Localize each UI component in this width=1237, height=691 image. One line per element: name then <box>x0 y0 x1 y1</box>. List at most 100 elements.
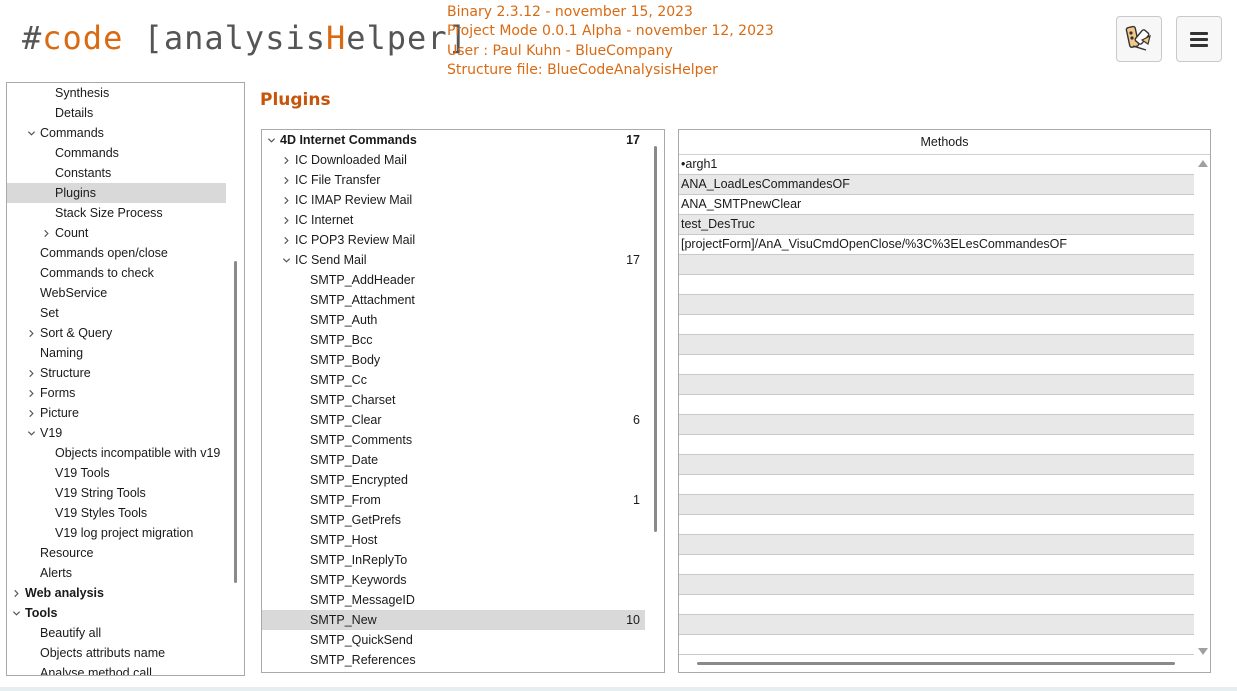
method-row[interactable]: •argh1 <box>679 155 1194 175</box>
chevron-down-icon[interactable] <box>280 250 292 270</box>
sidebar-item-webservice[interactable]: WebService <box>7 283 244 303</box>
method-row[interactable] <box>679 635 1194 655</box>
sidebar-item-commands-open-close[interactable]: Commands open/close <box>7 243 244 263</box>
sidebar-item-stack-size-process[interactable]: Stack Size Process <box>7 203 244 223</box>
tree-item-ic-downloaded-mail[interactable]: IC Downloaded Mail <box>262 150 645 170</box>
sidebar-item-resource[interactable]: Resource <box>7 543 244 563</box>
method-row[interactable] <box>679 455 1194 475</box>
sidebar-scrollbar[interactable] <box>234 261 237 583</box>
tree-item-smtp-host[interactable]: SMTP_Host <box>262 530 645 550</box>
menu-button[interactable] <box>1176 16 1222 62</box>
tree-item-smtp-inreplyto[interactable]: SMTP_InReplyTo <box>262 550 645 570</box>
method-row[interactable] <box>679 415 1194 435</box>
sidebar-item-alerts[interactable]: Alerts <box>7 563 244 583</box>
chevron-right-icon[interactable] <box>10 583 22 603</box>
scroll-down-icon[interactable] <box>1198 648 1208 655</box>
tree-item-smtp-new[interactable]: SMTP_New 10 <box>262 610 645 630</box>
method-row[interactable] <box>679 555 1194 575</box>
tree-item-smtp-addheader[interactable]: SMTP_AddHeader <box>262 270 645 290</box>
tree-item-smtp-clear[interactable]: SMTP_Clear 6 <box>262 410 645 430</box>
sidebar-item-v19-log-project-migration[interactable]: V19 log project migration <box>7 523 244 543</box>
tree-item-smtp-from[interactable]: SMTP_From 1 <box>262 490 645 510</box>
sidebar-item-picture[interactable]: Picture <box>7 403 244 423</box>
tree-item-smtp-date[interactable]: SMTP_Date <box>262 450 645 470</box>
method-row[interactable] <box>679 595 1194 615</box>
sidebar-item-objects-attributs-name[interactable]: Objects attributs name <box>7 643 244 663</box>
sidebar-item-commands[interactable]: Commands <box>7 143 244 163</box>
tree-item-smtp-quicksend[interactable]: SMTP_QuickSend <box>262 630 645 650</box>
chevron-right-icon[interactable] <box>280 230 292 250</box>
sidebar-item-set[interactable]: Set <box>7 303 244 323</box>
tree-item-smtp-bcc[interactable]: SMTP_Bcc <box>262 330 645 350</box>
method-row[interactable] <box>679 475 1194 495</box>
tree-item-smtp-encrypted[interactable]: SMTP_Encrypted <box>262 470 645 490</box>
sidebar-item-sort-query[interactable]: Sort & Query <box>7 323 244 343</box>
chevron-right-icon[interactable] <box>25 383 37 403</box>
plugin-tree[interactable]: 4D Internet Commands 17 IC Downloaded Mail… <box>261 129 665 673</box>
sidebar-item-analyse-method-call[interactable]: Analyse method call <box>7 663 244 675</box>
method-row[interactable] <box>679 275 1194 295</box>
chevron-right-icon[interactable] <box>40 223 52 243</box>
methods-column-header[interactable]: Methods <box>679 130 1210 155</box>
method-row[interactable] <box>679 315 1194 335</box>
chevron-down-icon[interactable] <box>25 123 37 143</box>
method-row[interactable] <box>679 535 1194 555</box>
chevron-right-icon[interactable] <box>280 150 292 170</box>
chevron-down-icon[interactable] <box>10 603 22 623</box>
sidebar-item-v19[interactable]: V19 <box>7 423 244 443</box>
tree-item-ic-pop3-review-mail[interactable]: IC POP3 Review Mail <box>262 230 645 250</box>
chevron-right-icon[interactable] <box>25 403 37 423</box>
methods-horizontal-scrollbar[interactable] <box>697 662 1175 665</box>
method-row[interactable]: test_DesTruc <box>679 215 1194 235</box>
tree-item-smtp-attachment[interactable]: SMTP_Attachment <box>262 290 645 310</box>
chevron-right-icon[interactable] <box>280 210 292 230</box>
tree-item-smtp-getprefs[interactable]: SMTP_GetPrefs <box>262 510 645 530</box>
tree-item-ic-internet[interactable]: IC Internet <box>262 210 645 230</box>
sidebar-item-v19-styles-tools[interactable]: V19 Styles Tools <box>7 503 244 523</box>
tree-item-smtp-auth[interactable]: SMTP_Auth <box>262 310 645 330</box>
sidebar-item-web-analysis[interactable]: Web analysis <box>7 583 244 603</box>
chevron-right-icon[interactable] <box>280 170 292 190</box>
sidebar-item-objects-incompatible-with-v19[interactable]: Objects incompatible with v19 <box>7 443 244 463</box>
tree-item-smtp-messageid[interactable]: SMTP_MessageID <box>262 590 645 610</box>
scroll-up-icon[interactable] <box>1198 160 1208 167</box>
chevron-right-icon[interactable] <box>280 190 292 210</box>
method-row[interactable] <box>679 255 1194 275</box>
method-row[interactable]: [projectForm]/AnA_VisuCmdOpenClose/%3C%3… <box>679 235 1194 255</box>
method-row[interactable] <box>679 375 1194 395</box>
sidebar-item-structure[interactable]: Structure <box>7 363 244 383</box>
method-row[interactable] <box>679 395 1194 415</box>
method-row[interactable] <box>679 295 1194 315</box>
method-row[interactable] <box>679 575 1194 595</box>
sidebar-item-forms[interactable]: Forms <box>7 383 244 403</box>
method-row[interactable] <box>679 355 1194 375</box>
sidebar-item-tools[interactable]: Tools <box>7 603 244 623</box>
method-row[interactable]: ANA_SMTPnewClear <box>679 195 1194 215</box>
methods-vertical-scrollbar[interactable] <box>1196 155 1210 655</box>
sidebar-item-plugins[interactable]: Plugins <box>7 183 226 203</box>
method-row[interactable] <box>679 615 1194 635</box>
chevron-right-icon[interactable] <box>25 323 37 343</box>
sidebar-item-v19-string-tools[interactable]: V19 String Tools <box>7 483 244 503</box>
sidebar-item-commands-to-check[interactable]: Commands to check <box>7 263 244 283</box>
sidebar-item-constants[interactable]: Constants <box>7 163 244 183</box>
tree-item-smtp-comments[interactable]: SMTP_Comments <box>262 430 645 450</box>
tree-item-smtp-cc[interactable]: SMTP_Cc <box>262 370 645 390</box>
sidebar-item-details[interactable]: Details <box>7 103 244 123</box>
chevron-down-icon[interactable] <box>265 130 277 150</box>
tree-item-smtp-references[interactable]: SMTP_References <box>262 650 645 670</box>
tree-item-smtp-body[interactable]: SMTP_Body <box>262 350 645 370</box>
method-row[interactable]: ANA_LoadLesCommandesOF <box>679 175 1194 195</box>
method-row[interactable] <box>679 515 1194 535</box>
sidebar-navigation[interactable]: Synthesis Details Commands Commands Constant… <box>6 82 245 676</box>
tree-item-ic-file-transfer[interactable]: IC File Transfer <box>262 170 645 190</box>
method-row[interactable] <box>679 335 1194 355</box>
tree-item-ic-send-mail[interactable]: IC Send Mail 17 <box>262 250 645 270</box>
tree-item-4d-internet-commands[interactable]: 4D Internet Commands 17 <box>262 130 645 150</box>
sidebar-item-v19-tools[interactable]: V19 Tools <box>7 463 244 483</box>
method-row[interactable] <box>679 495 1194 515</box>
sidebar-item-synthesis[interactable]: Synthesis <box>7 83 244 103</box>
sidebar-item-commands[interactable]: Commands <box>7 123 244 143</box>
sidebar-item-count[interactable]: Count <box>7 223 244 243</box>
sidebar-item-naming[interactable]: Naming <box>7 343 244 363</box>
